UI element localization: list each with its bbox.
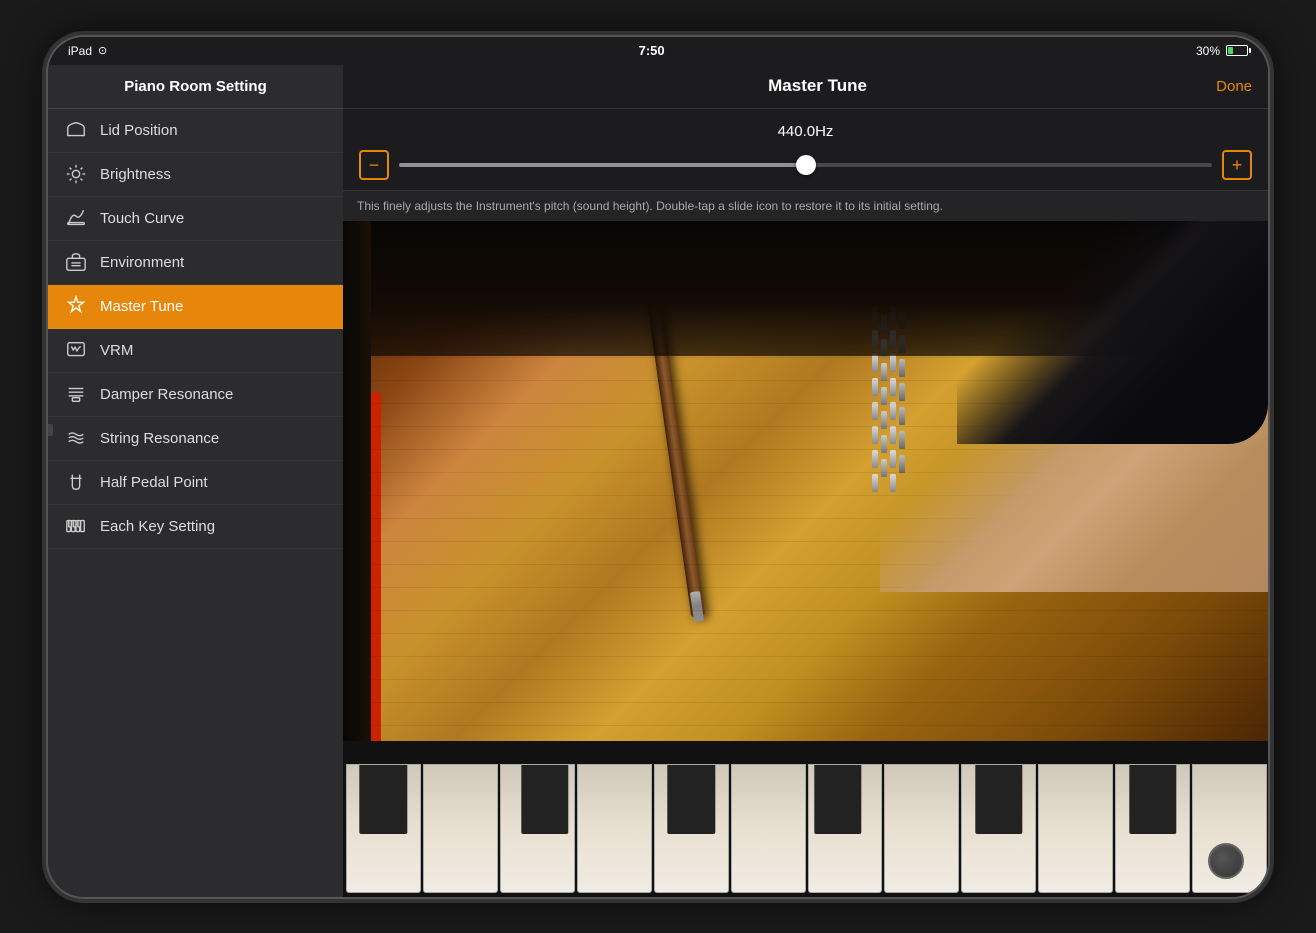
sidebar-item-half-pedal[interactable]: Half Pedal Point [48, 461, 343, 505]
each-key-icon [64, 514, 88, 538]
white-keys-container [343, 741, 1268, 896]
slider-thumb[interactable] [796, 155, 816, 175]
slider-row: − + [359, 150, 1252, 180]
sidebar-label-damper-resonance: Damper Resonance [100, 386, 233, 403]
sidebar-item-damper-resonance[interactable]: Damper Resonance [48, 373, 343, 417]
touch-curve-icon [64, 206, 88, 230]
sidebar-label-half-pedal: Half Pedal Point [100, 474, 208, 491]
tune-slider[interactable] [399, 163, 1212, 167]
sidebar-label-brightness: Brightness [100, 166, 171, 183]
damper-icon [64, 382, 88, 406]
keyboard-bg [343, 741, 1268, 896]
sidebar-item-each-key[interactable]: Each Key Setting [48, 505, 343, 549]
plus-icon: + [1232, 156, 1243, 174]
piano-image [343, 221, 1268, 897]
volume-button[interactable] [48, 424, 53, 436]
main-panel: Master Tune Done 440.0Hz − + [343, 65, 1268, 897]
master-tune-icon [64, 294, 88, 318]
vrm-icon [64, 338, 88, 362]
sidebar-label-lid-position: Lid Position [100, 122, 178, 139]
sidebar-item-string-resonance[interactable]: String Resonance [48, 417, 343, 461]
sidebar-item-touch-curve[interactable]: Touch Curve [48, 197, 343, 241]
status-bar: iPad ⊙ 7:50 30% [48, 37, 1268, 65]
sidebar: Piano Room Setting Lid Position Brightne… [48, 65, 343, 897]
piano-scene [343, 221, 1268, 897]
app-content: Piano Room Setting Lid Position Brightne… [48, 65, 1268, 897]
lid-icon [64, 118, 88, 142]
main-header: Master Tune Done [343, 65, 1268, 109]
pedal-icon [64, 470, 88, 494]
minus-icon: − [369, 156, 380, 174]
sidebar-item-vrm[interactable]: VRM [48, 329, 343, 373]
sidebar-item-lid-position[interactable]: Lid Position [48, 109, 343, 153]
brightness-icon [64, 162, 88, 186]
battery-percent: 30% [1196, 44, 1220, 58]
string-resonance-icon [64, 426, 88, 450]
wifi-icon: ⊙ [98, 44, 107, 57]
sidebar-label-vrm: VRM [100, 342, 133, 359]
sidebar-label-master-tune: Master Tune [100, 298, 183, 315]
tune-description: This finely adjusts the Instrument's pit… [343, 190, 1268, 221]
sidebar-items: Lid Position Brightness Touch Curve [48, 109, 343, 897]
tune-hz-display: 440.0Hz [359, 123, 1252, 140]
sidebar-header: Piano Room Setting [48, 65, 343, 109]
hand-area [880, 221, 1269, 593]
sidebar-item-brightness[interactable]: Brightness [48, 153, 343, 197]
battery-icon [1226, 45, 1248, 56]
sidebar-title: Piano Room Setting [124, 78, 267, 95]
sidebar-item-environment[interactable]: Environment [48, 241, 343, 285]
tune-controls: 440.0Hz − + [343, 109, 1268, 190]
device-frame: iPad ⊙ 7:50 30% Piano Room Setting [48, 37, 1268, 897]
status-time: 7:50 [639, 43, 665, 58]
sidebar-item-master-tune[interactable]: Master Tune [48, 285, 343, 329]
home-button[interactable] [1208, 843, 1244, 879]
status-right: 30% [1196, 44, 1248, 58]
sidebar-label-touch-curve: Touch Curve [100, 210, 184, 227]
plus-button[interactable]: + [1222, 150, 1252, 180]
minus-button[interactable]: − [359, 150, 389, 180]
environment-icon [64, 250, 88, 274]
device-label: iPad [68, 44, 92, 58]
sidebar-label-string-resonance: String Resonance [100, 430, 219, 447]
status-left: iPad ⊙ [68, 44, 107, 58]
slider-fill [399, 163, 806, 167]
sidebar-label-each-key: Each Key Setting [100, 518, 215, 535]
done-button[interactable]: Done [1216, 78, 1252, 95]
main-panel-title: Master Tune [419, 76, 1216, 96]
sidebar-label-environment: Environment [100, 254, 184, 271]
